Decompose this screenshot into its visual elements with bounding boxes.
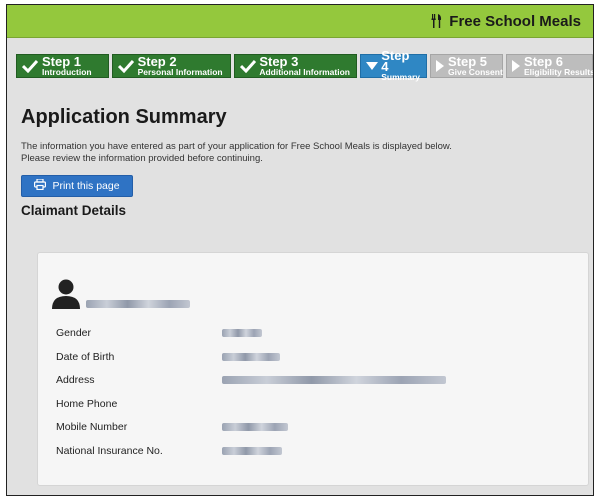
- progress-steps: Step 1 Introduction Step 2 Personal Inform…: [7, 38, 593, 82]
- claimant-header: [52, 279, 190, 314]
- step-6[interactable]: Step 6 Eligibility Results: [506, 54, 593, 78]
- print-page-label: Print this page: [52, 180, 120, 192]
- field-row: National Insurance No.: [56, 445, 576, 469]
- field-label: Mobile Number: [56, 421, 128, 433]
- claimant-details-card: Gender Date of Birth Address Home Phone …: [37, 252, 589, 486]
- step-2[interactable]: Step 2 Personal Information: [111, 53, 231, 78]
- step-number: Step 6: [524, 53, 564, 69]
- field-row: Gender: [56, 327, 576, 351]
- step-4[interactable]: Step 4 Summary: [360, 49, 427, 82]
- field-row: Home Phone: [56, 398, 576, 422]
- chevron-right-icon: [435, 57, 445, 75]
- section-title: Claimant Details: [21, 203, 127, 218]
- step-label: Summary: [381, 72, 420, 82]
- step-label: Eligibility Results: [524, 66, 594, 77]
- print-page-button[interactable]: Print this page: [21, 175, 133, 197]
- claimant-fields: Gender Date of Birth Address Home Phone …: [56, 327, 576, 468]
- app-title-text: Free School Meals: [449, 12, 581, 30]
- check-icon: [239, 57, 256, 75]
- field-value-redacted: [222, 446, 282, 455]
- field-label: Address: [56, 374, 95, 386]
- field-row: Address: [56, 374, 576, 398]
- printer-icon: [34, 178, 47, 193]
- check-icon: [117, 57, 135, 75]
- step-5[interactable]: Step 5 Give Consent: [430, 54, 503, 78]
- step-number: Step 4: [381, 48, 410, 74]
- field-value-redacted: [222, 329, 262, 337]
- field-row: Mobile Number: [56, 421, 576, 445]
- user-icon: [52, 279, 80, 314]
- intro-line-1: The information you have entered as part…: [21, 141, 452, 152]
- step-number: Step 2: [137, 53, 177, 69]
- chevron-right-icon: [511, 57, 521, 75]
- chevron-down-icon: [365, 57, 378, 75]
- step-label: Introduction: [42, 66, 92, 77]
- page-title: Application Summary: [21, 106, 227, 128]
- field-value-redacted: [222, 376, 446, 384]
- step-label: Personal Information: [137, 66, 223, 77]
- claimant-name-redacted: [86, 300, 190, 308]
- intro-text: The information you have entered as part…: [21, 141, 581, 165]
- step-number: Step 1: [42, 53, 82, 69]
- field-label: National Insurance No.: [56, 444, 163, 457]
- field-label: Date of Birth: [56, 350, 115, 363]
- field-label: Home Phone: [56, 397, 118, 410]
- field-row: Date of Birth: [56, 351, 576, 375]
- step-label: Additional Information: [259, 66, 350, 77]
- step-number: Step 3: [259, 53, 299, 69]
- step-label: Give Consent: [448, 66, 503, 77]
- intro-line-2: Please review the information provided b…: [21, 153, 263, 164]
- step-number: Step 5: [448, 53, 488, 69]
- application-frame: Free School Meals Step 1 Introduction Ste…: [6, 4, 594, 496]
- field-value-redacted: [222, 352, 280, 361]
- app-title: Free School Meals: [431, 13, 581, 30]
- cutlery-icon: [431, 14, 443, 28]
- field-value-redacted: [222, 423, 288, 431]
- top-bar: Free School Meals: [7, 5, 593, 38]
- check-icon: [21, 57, 39, 75]
- field-label: Gender: [56, 327, 92, 339]
- step-1[interactable]: Step 1 Introduction: [16, 54, 109, 78]
- step-3[interactable]: Step 3 Additional Information: [234, 54, 357, 78]
